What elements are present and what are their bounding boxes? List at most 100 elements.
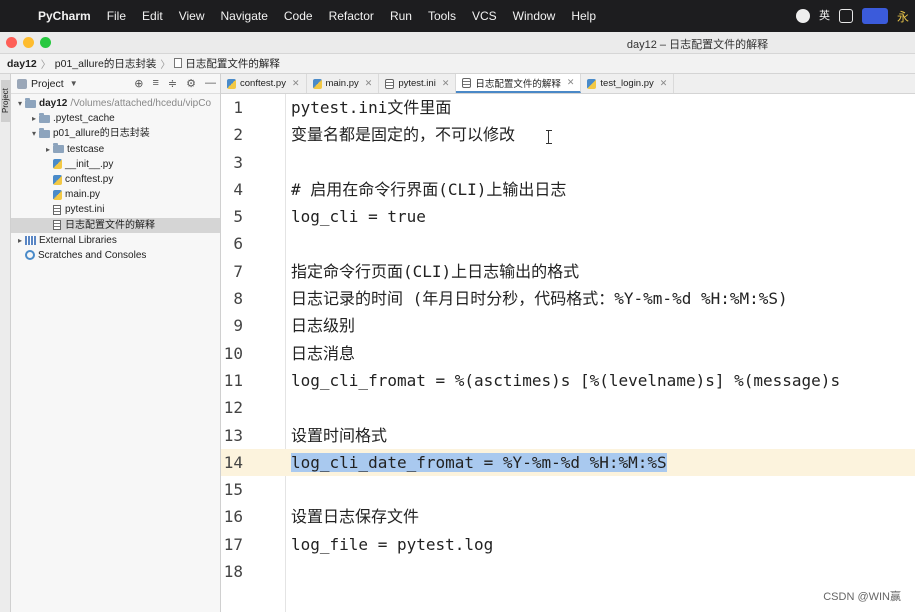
code-line[interactable]: 4 # 启用在命令行界面(CLI)上输出日志 [221, 176, 915, 203]
menu-file[interactable]: File [99, 0, 134, 32]
sidebar-toggle-icon[interactable] [838, 9, 853, 23]
code-line-text: 指定命令行页面(CLI)上日志输出的格式 [291, 261, 580, 281]
python-file-icon [312, 78, 322, 89]
chevron-right-icon[interactable]: ▸ [15, 233, 25, 248]
chevron-right-icon[interactable]: ▸ [43, 142, 53, 157]
close-icon[interactable]: ✕ [442, 78, 450, 89]
tree-item[interactable]: 日志配置文件的解释 [11, 217, 220, 233]
menu-vcs[interactable]: VCS [464, 0, 505, 32]
line-number: 4 [233, 179, 243, 199]
breadcrumb-file-label: 日志配置文件的解释 [185, 58, 280, 70]
line-number: 17 [223, 534, 243, 554]
menu-refactor[interactable]: Refactor [321, 0, 382, 32]
code-line[interactable]: 10 日志消息 [221, 340, 915, 367]
editor-tab[interactable]: conftest.py ✕ [221, 74, 307, 93]
project-view-icon [17, 78, 27, 89]
menu-tools[interactable]: Tools [420, 0, 464, 32]
tree-item[interactable]: ▸ External Libraries [11, 233, 220, 248]
code-line[interactable]: 1 pytest.ini文件里面 [221, 94, 915, 121]
code-line[interactable]: 6 [221, 230, 915, 257]
tree-item[interactable]: pytest.ini [11, 202, 220, 217]
line-number: 9 [233, 316, 243, 336]
chevron-down-icon[interactable]: ▾ [29, 126, 39, 141]
tree-item[interactable]: conftest.py [11, 172, 220, 187]
editor-tab-label: pytest.ini [398, 78, 436, 89]
menu-view[interactable]: View [171, 0, 213, 32]
collapse-all-icon[interactable]: ≑ [168, 77, 177, 90]
editor-tab[interactable]: 日志配置文件的解释 ✕ [456, 74, 582, 93]
line-number: 11 [223, 370, 243, 390]
code-line-text: log_cli_fromat = %(asctimes)s [%(levelna… [291, 370, 841, 390]
hide-panel-icon[interactable]: — [205, 77, 216, 90]
tree-item-label: pytest.ini [65, 204, 105, 216]
menu-run[interactable]: Run [382, 0, 420, 32]
tree-item[interactable]: __init__.py [11, 157, 220, 172]
chevron-down-icon[interactable]: ▼ [70, 79, 78, 88]
locate-file-icon[interactable]: ⊕ [134, 77, 143, 90]
tree-item-label: testcase [67, 143, 105, 155]
python-file-icon [53, 174, 62, 185]
input-method-indicator[interactable]: 英 [819, 0, 830, 32]
tree-item[interactable]: Scratches and Consoles [11, 248, 220, 263]
code-line[interactable]: 3 [221, 149, 915, 176]
chevron-right-icon[interactable]: ▸ [29, 111, 39, 126]
tree-item-label: External Libraries [39, 234, 117, 246]
code-line-text: pytest.ini文件里面 [291, 98, 452, 117]
expand-all-icon[interactable]: ≡ [152, 77, 158, 90]
code-line[interactable]: 2 变量名都是固定的，不可以修改 [221, 121, 915, 148]
line-number: 12 [223, 398, 243, 418]
code-line[interactable]: 15 [221, 476, 915, 503]
close-icon[interactable]: ✕ [567, 77, 575, 88]
code-line[interactable]: 8 日志记录的时间 (年月日时分秒，代码格式：%Y-%m-%d %H:%M:%S) [221, 285, 915, 312]
editor-tab[interactable]: main.py ✕ [307, 74, 380, 93]
menu-code[interactable]: Code [276, 0, 321, 32]
tree-item[interactable]: ▾ p01_allure的日志封装 [11, 126, 220, 141]
close-icon[interactable]: ✕ [292, 78, 300, 89]
text-file-icon [385, 78, 395, 89]
tree-item-label: .pytest_cache [53, 113, 115, 125]
menu-app-name[interactable]: PyCharm [30, 0, 99, 32]
close-icon[interactable]: ✕ [365, 78, 373, 89]
line-number: 18 [223, 562, 243, 582]
code-line[interactable]: 12 [221, 394, 915, 421]
library-icon [25, 235, 36, 245]
editor-tab[interactable]: test_login.py ✕ [581, 74, 675, 93]
tree-item[interactable]: ▾ day12/Volumes/attached/hcedu/vipCo [11, 96, 220, 111]
breadcrumb-folder[interactable]: p01_allure的日志封装 [52, 56, 160, 71]
project-tree: ▾ day12/Volumes/attached/hcedu/vipCo ▸ .pyt… [11, 94, 220, 263]
code-line[interactable]: 7 指定命令行页面(CLI)上日志输出的格式 [221, 258, 915, 285]
project-panel: Project ▼ ⊕ ≡ ≑ ⚙ — ▾ day12/Volumes/attac… [11, 74, 221, 612]
screen-share-icon[interactable] [861, 8, 888, 24]
code-line-text: # 启用在命令行界面(CLI)上输出日志 [291, 179, 567, 199]
editor-tab[interactable]: pytest.ini ✕ [379, 74, 457, 93]
code-line[interactable]: 5 log_cli = true [221, 203, 915, 230]
text-file-icon [53, 220, 61, 231]
python-file-icon [227, 78, 236, 89]
emoji-icon[interactable] [795, 9, 810, 23]
editor-tabs: conftest.py ✕ main.py ✕ pytest.ini ✕ 日志配置文件的解释… [221, 74, 915, 94]
gear-icon[interactable]: ⚙ [186, 77, 196, 90]
editor-lines[interactable]: 1 pytest.ini文件里面 2 变量名都是固定的，不可以修改 3 4 # 启用在命令行… [221, 94, 915, 585]
folder-icon [25, 97, 36, 108]
python-file-icon [587, 78, 597, 89]
tree-item[interactable]: ▸ .pytest_cache [11, 111, 220, 126]
code-line[interactable]: 14 log_cli_date_fromat = %Y-%m-%d %H:%M:%… [221, 448, 915, 477]
code-line[interactable]: 17 log_file = pytest.log [221, 531, 915, 558]
breadcrumb-file[interactable]: 日志配置文件的解释 [171, 56, 283, 71]
code-line[interactable]: 13 设置时间格式 [221, 422, 915, 449]
close-icon[interactable]: ✕ [660, 78, 668, 89]
chevron-down-icon[interactable]: ▾ [15, 96, 25, 111]
code-line[interactable]: 9 日志级别 [221, 312, 915, 339]
code-line[interactable]: 16 设置日志保存文件 [221, 503, 915, 530]
menu-navigate[interactable]: Navigate [213, 0, 276, 32]
tree-item[interactable]: ▸ testcase [11, 142, 220, 157]
tree-item[interactable]: main.py [11, 187, 220, 202]
code-line[interactable]: 18 [221, 558, 915, 585]
menu-edit[interactable]: Edit [134, 0, 171, 32]
code-line[interactable]: 11 log_cli_fromat = %(asctimes)s [%(level… [221, 367, 915, 394]
project-tool-window-button[interactable]: Project [1, 80, 11, 122]
line-number: 6 [233, 234, 243, 254]
menu-help[interactable]: Help [563, 0, 604, 32]
menu-window[interactable]: Window [505, 0, 564, 32]
breadcrumb-project[interactable]: day12 [4, 58, 40, 70]
